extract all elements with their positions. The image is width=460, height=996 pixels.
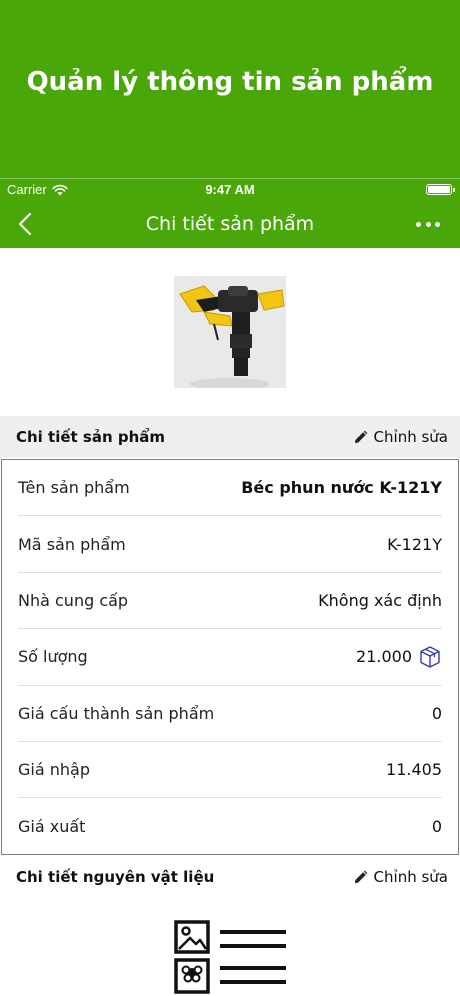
detail-row-import-price: Giá nhập 11.405 (18, 742, 442, 799)
import-price-value: 11.405 (386, 760, 442, 780)
export-price-value: 0 (431, 817, 442, 837)
cost-value: 0 (431, 703, 442, 723)
status-time: 9:47 AM (205, 182, 255, 197)
pencil-icon (354, 870, 367, 883)
banner-title: Quản lý thông tin sản phẩm (26, 67, 434, 97)
detail-label: Số lượng (18, 647, 88, 667)
more-button[interactable] (416, 216, 440, 232)
detail-label: Giá xuất (18, 817, 86, 837)
app-banner: Quản lý thông tin sản phẩm (0, 0, 460, 178)
status-bar: Carrier 9:47 AM (0, 178, 460, 200)
edit-materials-button[interactable]: Chỉnh sửa (353, 868, 448, 886)
pencil-icon (354, 430, 367, 443)
detail-row-supplier: Nhà cung cấp Không xác định (18, 573, 442, 630)
supplier-value: Không xác định (318, 590, 442, 610)
product-code-value: K-121Y (387, 534, 442, 554)
material-list-icon (174, 920, 286, 994)
nav-title: Chi tiết sản phẩm (145, 213, 315, 235)
quantity-value: 21.000 (356, 647, 412, 667)
box-icon[interactable] (418, 645, 442, 669)
quantity-value-group: 21.000 (356, 645, 442, 669)
detail-label: Mã sản phẩm (18, 534, 126, 554)
more-dot (425, 221, 431, 227)
edit-product-label: Chỉnh sửa (373, 428, 448, 446)
product-details-header: Chi tiết sản phẩm Chỉnh sửa (0, 416, 460, 458)
more-dot (435, 221, 440, 227)
detail-row-quantity: Số lượng 21.000 (18, 629, 442, 686)
detail-label: Nhà cung cấp (18, 590, 129, 610)
product-detail-table: Tên sản phẩm Béc phun nước K-121Y Mã sản… (1, 459, 459, 855)
detail-label: Giá nhập (18, 760, 90, 780)
product-image[interactable] (174, 276, 286, 388)
detail-row-code: Mã sản phẩm K-121Y (18, 516, 442, 573)
sprinkler-photo (174, 276, 286, 388)
battery-icon (426, 184, 455, 195)
materials-header: Chi tiết nguyên vật liệu Chỉnh sửa (0, 856, 460, 898)
detail-label: Tên sản phẩm (18, 478, 130, 498)
product-details-title: Chi tiết sản phẩm (16, 428, 166, 446)
materials-title: Chi tiết nguyên vật liệu (16, 868, 215, 886)
edit-materials-label: Chỉnh sửa (373, 868, 448, 886)
detail-label: Giá cấu thành sản phẩm (18, 703, 215, 723)
battery-level (428, 186, 450, 193)
detail-row-name: Tên sản phẩm Béc phun nước K-121Y (18, 460, 442, 517)
product-name-value: Béc phun nước K-121Y (241, 478, 442, 498)
edit-product-button[interactable]: Chỉnh sửa (353, 428, 448, 446)
more-dot (416, 221, 421, 227)
navigation-bar: Chi tiết sản phẩm (0, 200, 460, 248)
detail-row-export-price: Giá xuất 0 (18, 798, 442, 854)
detail-row-cost: Giá cấu thành sản phẩm 0 (18, 686, 442, 742)
